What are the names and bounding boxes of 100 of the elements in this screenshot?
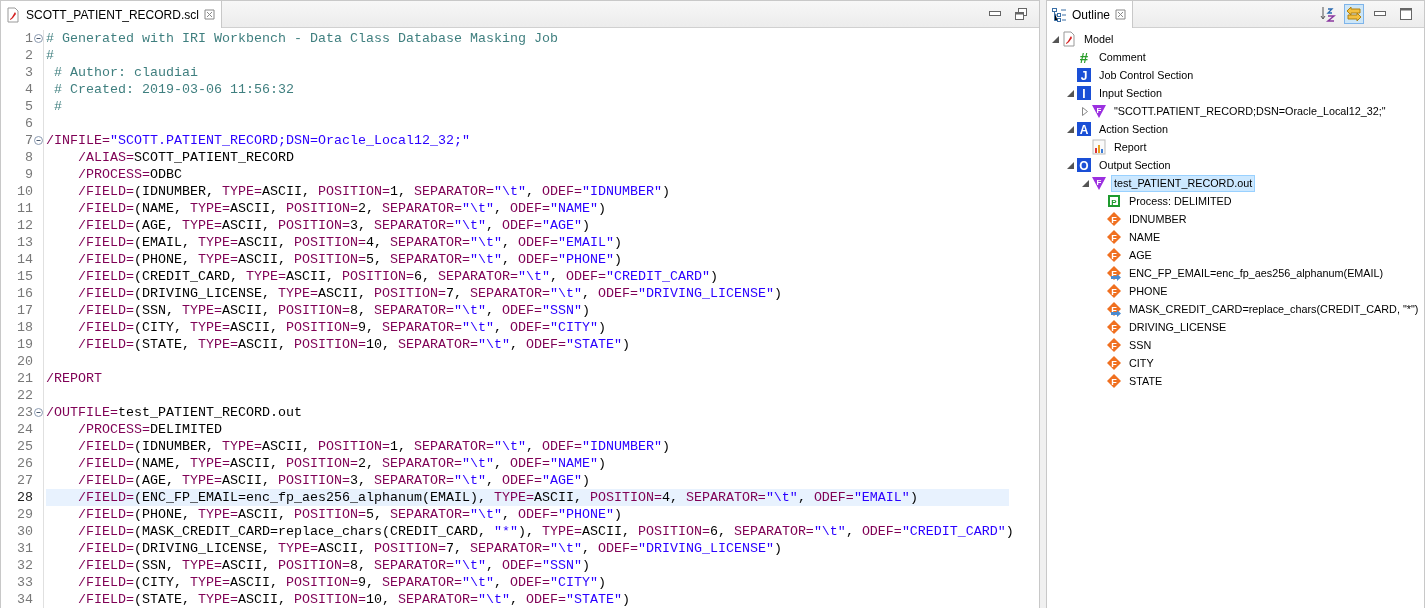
tree-item[interactable]: "SCOTT.PATIENT_RECORD;DSN=Oracle_Local12_32;" — [1111, 102, 1389, 120]
line-number: 25 — [16, 439, 33, 454]
field-diamond-icon: F — [1106, 355, 1122, 371]
code-line: /FIELD=(SSN, TYPE=ASCII, POSITION=8, SEPARATOR="\t", ODEF="SSN") — [77, 302, 591, 319]
line-number: 34 — [16, 592, 33, 607]
field-diamond-icon: F — [1106, 211, 1122, 227]
tree-item[interactable]: Process: DELIMITED — [1126, 192, 1235, 210]
tree-item[interactable]: SSN — [1126, 336, 1155, 354]
line-number: 5 — [24, 99, 33, 114]
code-line: /FIELD=(SSN, TYPE=ASCII, POSITION=8, SEPARATOR="\t", ODEF="SSN") — [77, 557, 591, 574]
expanded-triangle-icon[interactable] — [1051, 35, 1059, 43]
code-line: # — [53, 98, 63, 115]
chart-document-icon — [1091, 139, 1107, 155]
line-number: 28 — [16, 490, 33, 505]
tree-item[interactable]: CITY — [1126, 354, 1157, 372]
expanded-triangle-icon[interactable] — [1066, 89, 1074, 97]
section-letter-icon: I — [1076, 85, 1092, 101]
line-number: 3 — [24, 65, 33, 80]
code-line: # Created: 2019-03-06 11:56:32 — [53, 81, 295, 98]
expanded-triangle-icon[interactable] — [1066, 161, 1074, 169]
minimize-icon[interactable] — [989, 11, 1001, 17]
line-number: 26 — [16, 456, 33, 471]
code-line: /FIELD=(CITY, TYPE=ASCII, POSITION=9, SEPARATOR="\t", ODEF="CITY") — [77, 574, 607, 591]
line-number: 31 — [16, 541, 33, 556]
funnel-icon: F — [1091, 175, 1107, 191]
line-number: 17 — [16, 303, 33, 318]
tree-item[interactable]: PHONE — [1126, 282, 1171, 300]
model-file-icon — [1061, 31, 1077, 47]
line-number: 16 — [16, 286, 33, 301]
model-file-icon — [5, 6, 21, 23]
field-diamond-icon: F — [1106, 229, 1122, 245]
tree-item[interactable]: ENC_FP_EMAIL=enc_fp_aes256_alphanum(EMAIL) — [1126, 264, 1387, 282]
code-line: /FIELD=(CREDIT_CARD, TYPE=ASCII, POSITION=6, SEPARATOR="\t", ODEF="CREDIT_CARD") — [77, 268, 719, 285]
code-line: /FIELD=(CITY, TYPE=ASCII, POSITION=9, SEPARATOR="\t", ODEF="CITY") — [77, 319, 607, 336]
tree-item[interactable]: Input Section — [1096, 84, 1166, 102]
line-number: 2 — [24, 48, 33, 63]
maximize-icon[interactable] — [1400, 8, 1412, 20]
field-diamond-icon: F — [1106, 373, 1122, 389]
code-line: /FIELD=(PHONE, TYPE=ASCII, POSITION=5, SEPARATOR="\t", ODEF="PHONE") — [77, 506, 623, 523]
line-number: 12 — [16, 218, 33, 233]
line-number: 29 — [16, 507, 33, 522]
tree-item[interactable]: test_PATIENT_RECORD.out — [1111, 174, 1256, 192]
hash-icon: # — [1076, 49, 1092, 65]
tree-item[interactable]: AGE — [1126, 246, 1155, 264]
tree-item[interactable]: Job Control Section — [1096, 66, 1197, 84]
code-line: /PROCESS=ODBC — [77, 166, 183, 183]
tree-item[interactable]: Report — [1111, 138, 1150, 156]
line-number: 8 — [24, 150, 33, 165]
field-diamond-icon: F — [1106, 337, 1122, 353]
fold-minus-icon[interactable] — [33, 34, 43, 43]
code-line: /FIELD=(PHONE, TYPE=ASCII, POSITION=5, SEPARATOR="\t", ODEF="PHONE") — [77, 251, 623, 268]
funnel-icon: F — [1091, 103, 1107, 119]
code-line: /FIELD=(NAME, TYPE=ASCII, POSITION=2, SEPARATOR="\t", ODEF="NAME") — [77, 200, 607, 217]
line-number: 23 — [16, 405, 33, 420]
code-line: /FIELD=(AGE, TYPE=ASCII, POSITION=3, SEPARATOR="\t", ODEF="AGE") — [77, 472, 591, 489]
sort-icon[interactable] — [1318, 4, 1338, 24]
code-line: /ALIAS=SCOTT_PATIENT_RECORD — [77, 149, 295, 166]
tree-item[interactable]: MASK_CREDIT_CARD=replace_chars(CREDIT_CARD, "*") — [1126, 300, 1422, 318]
section-letter-icon: J — [1076, 67, 1092, 83]
fold-minus-icon[interactable] — [33, 408, 43, 417]
code-line: # Author: claudiai — [53, 64, 199, 81]
line-number: 11 — [16, 201, 33, 216]
tree-item[interactable]: Action Section — [1096, 120, 1172, 138]
field-diamond-icon: F — [1106, 319, 1122, 335]
expanded-triangle-icon[interactable] — [1066, 125, 1074, 133]
line-number: 4 — [24, 82, 33, 97]
tree-item[interactable]: IDNUMBER — [1126, 210, 1190, 228]
tree-item[interactable]: Comment — [1096, 48, 1149, 66]
close-icon[interactable] — [1115, 9, 1127, 20]
line-number: 6 — [24, 116, 33, 131]
line-number: 10 — [16, 184, 33, 199]
restore-icon[interactable] — [1015, 8, 1027, 20]
line-number: 22 — [16, 388, 33, 403]
minimize-icon[interactable] — [1374, 11, 1386, 17]
code-line: /FIELD=(EMAIL, TYPE=ASCII, POSITION=4, SEPARATOR="\t", ODEF="EMAIL") — [77, 234, 623, 251]
line-number: 9 — [24, 167, 33, 182]
expanded-triangle-icon[interactable] — [1081, 179, 1089, 187]
line-number: 21 — [16, 371, 33, 386]
link-arrows-button[interactable] — [1344, 4, 1364, 24]
tree-item[interactable]: NAME — [1126, 228, 1164, 246]
line-number: 7 — [24, 133, 33, 148]
field-diamond-icon: F — [1106, 283, 1122, 299]
section-letter-icon: A — [1076, 121, 1092, 137]
editor-tab[interactable]: SCOTT_PATIENT_RECORD.scl — [1, 1, 222, 28]
close-icon[interactable] — [203, 9, 215, 20]
outline-tab[interactable]: Outline — [1047, 1, 1134, 28]
tree-item[interactable]: Model — [1081, 30, 1117, 48]
code-line: /INFILE="SCOTT.PATIENT_RECORD;DSN=Oracle_Local12_32;" — [46, 132, 471, 149]
tree-item[interactable]: DRIVING_LICENSE — [1126, 318, 1230, 336]
tree-item[interactable]: STATE — [1126, 372, 1166, 390]
line-number: 15 — [16, 269, 33, 284]
outline-icon — [1051, 6, 1067, 23]
fold-minus-icon[interactable] — [33, 136, 43, 145]
code-line: /FIELD=(DRIVING_LICENSE, TYPE=ASCII, POSITION=7, SEPARATOR="\t", ODEF="DRIVING_LICENSE") — [77, 540, 783, 557]
collapsed-triangle-icon[interactable] — [1082, 106, 1088, 116]
tree-item[interactable]: Output Section — [1096, 156, 1174, 174]
line-number: 24 — [16, 422, 33, 437]
line-number: 1 — [24, 31, 33, 46]
code-line: /PROCESS=DELIMITED — [77, 421, 223, 438]
code-line: /FIELD=(NAME, TYPE=ASCII, POSITION=2, SEPARATOR="\t", ODEF="NAME") — [77, 455, 607, 472]
